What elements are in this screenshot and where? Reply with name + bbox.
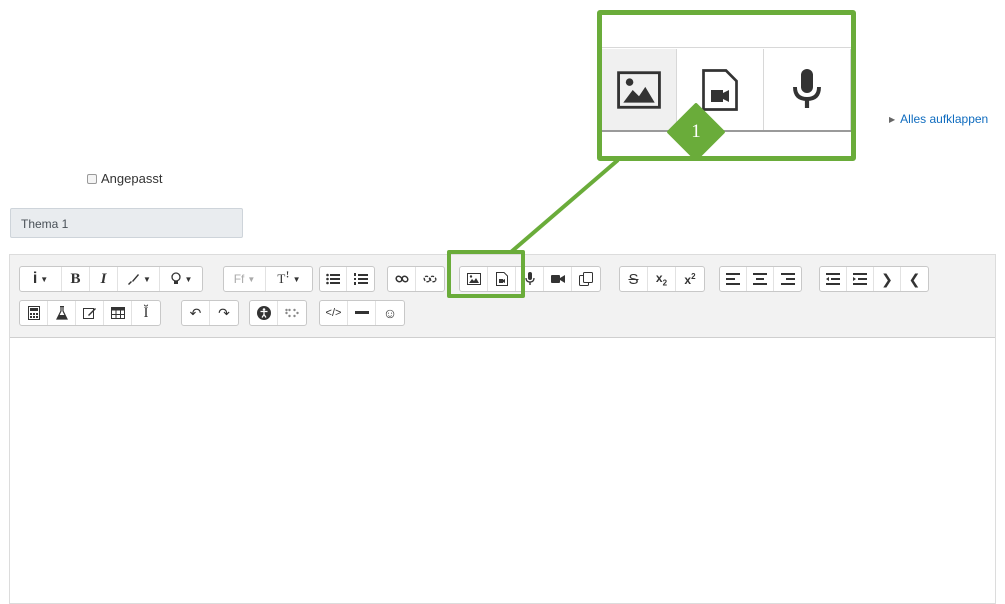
record-audio-icon [793,68,821,108]
screenreader-helper-icon [285,308,299,318]
zoom-divider [602,130,851,132]
redo-button[interactable]: ↷ [210,301,238,325]
outdent-button[interactable] [820,267,847,291]
strikethrough-button[interactable]: S [620,267,648,291]
html-icon: </> [325,307,342,319]
unordered-list-icon [326,273,340,285]
special-char-button[interactable]: Ĭ [132,301,160,325]
zoom-callout [597,10,856,161]
ltr-button[interactable]: ❯ [874,267,901,291]
unlink-icon [423,275,437,283]
rtl-button[interactable]: ❮ [901,267,928,291]
info-button[interactable]: i ▼ [20,267,62,291]
align-left-button[interactable] [720,267,747,291]
unordered-list-button[interactable] [320,267,347,291]
ordered-list-icon [353,273,368,285]
align-left-icon [726,273,740,285]
record-video-button[interactable] [544,267,572,291]
ordered-list-button[interactable] [347,267,374,291]
media-icon [702,68,738,111]
accessibility-checker-button[interactable] [250,301,278,325]
zoom-buttons [602,49,851,130]
html-button[interactable]: </> [320,301,348,325]
redo-icon: ↷ [218,304,230,321]
wiris-icon [82,308,96,319]
font-color-button[interactable]: ▼ [118,267,160,291]
table-icon [110,307,125,319]
bold-icon: B [70,270,81,287]
custom-checkbox[interactable] [87,173,97,184]
outdent-icon [826,273,840,285]
font-size-icon: Tꜝ [277,271,290,286]
zoom-record-audio-button [763,49,851,130]
triangle-right-icon: ▶ [889,115,896,124]
indent-button[interactable] [847,267,874,291]
bold-button[interactable]: B [62,267,90,291]
horizontal-rule-icon [354,311,369,314]
superscript-button[interactable]: x2 [676,267,704,291]
font-size-button[interactable]: Tꜝ ▼ [266,267,312,291]
italic-button[interactable]: I [90,267,118,291]
expand-all-label: Alles aufklappen [900,112,989,126]
link-button[interactable] [388,267,416,291]
emoticon-icon: ☺ [382,305,398,321]
wiris-button[interactable] [76,301,104,325]
emoticon-button[interactable]: ☺ [376,301,404,325]
superscript-icon: x2 [684,271,696,287]
zoom-strip-top [602,15,851,48]
accessibility-checker-icon [256,306,271,320]
align-right-icon [780,273,795,285]
table-button[interactable] [104,301,132,325]
equation-button[interactable] [20,301,48,325]
custom-label: Angepasst [101,171,163,186]
equation-icon [27,306,40,320]
rtl-icon: ❮ [908,270,921,287]
undo-icon: ↶ [189,304,202,321]
subscript-icon: x2 [655,270,668,288]
screenreader-helper-button[interactable] [278,301,306,325]
chemistry-button[interactable] [48,301,76,325]
font-color-icon [128,274,140,285]
section-title-field[interactable]: Thema 1 [10,208,243,238]
subscript-button[interactable]: x2 [648,267,676,291]
custom-checkbox-row[interactable]: Angepasst [87,171,162,186]
record-audio-icon [524,272,535,285]
align-center-button[interactable] [747,267,774,291]
indent-icon [853,273,867,285]
italic-icon: I [100,270,107,287]
info-icon: i [32,270,38,287]
align-center-icon [753,273,767,285]
strikethrough-icon: S [628,270,639,288]
manage-files-button[interactable] [572,267,600,291]
link-icon [394,275,409,283]
highlight-box [447,250,525,298]
unlink-button[interactable] [416,267,444,291]
horizontal-rule-button[interactable] [348,301,376,325]
manage-files-icon [579,272,593,286]
record-video-icon [550,275,565,283]
ltr-icon: ❯ [881,270,893,287]
image-icon [617,70,661,109]
background-color-button[interactable]: ▼ [160,267,202,291]
font-family-icon: Ff [233,272,245,286]
text-editor[interactable]: i ▼ B I ▼ ▼ Ff ▼ Tꜝ ▼ S x2 x2 ❯ ❮ Ĭ ↶ ↷ … [9,254,996,604]
chemistry-icon [55,306,68,320]
undo-button[interactable]: ↶ [182,301,210,325]
expand-all-link[interactable]: ▶ Alles aufklappen [889,112,988,126]
special-char-icon: Ĭ [143,304,149,321]
align-right-button[interactable] [774,267,801,291]
callout-number: 1 [691,121,701,142]
font-family-button[interactable]: Ff ▼ [224,267,266,291]
zoom-image-button [602,49,677,130]
background-color-icon [170,272,181,284]
